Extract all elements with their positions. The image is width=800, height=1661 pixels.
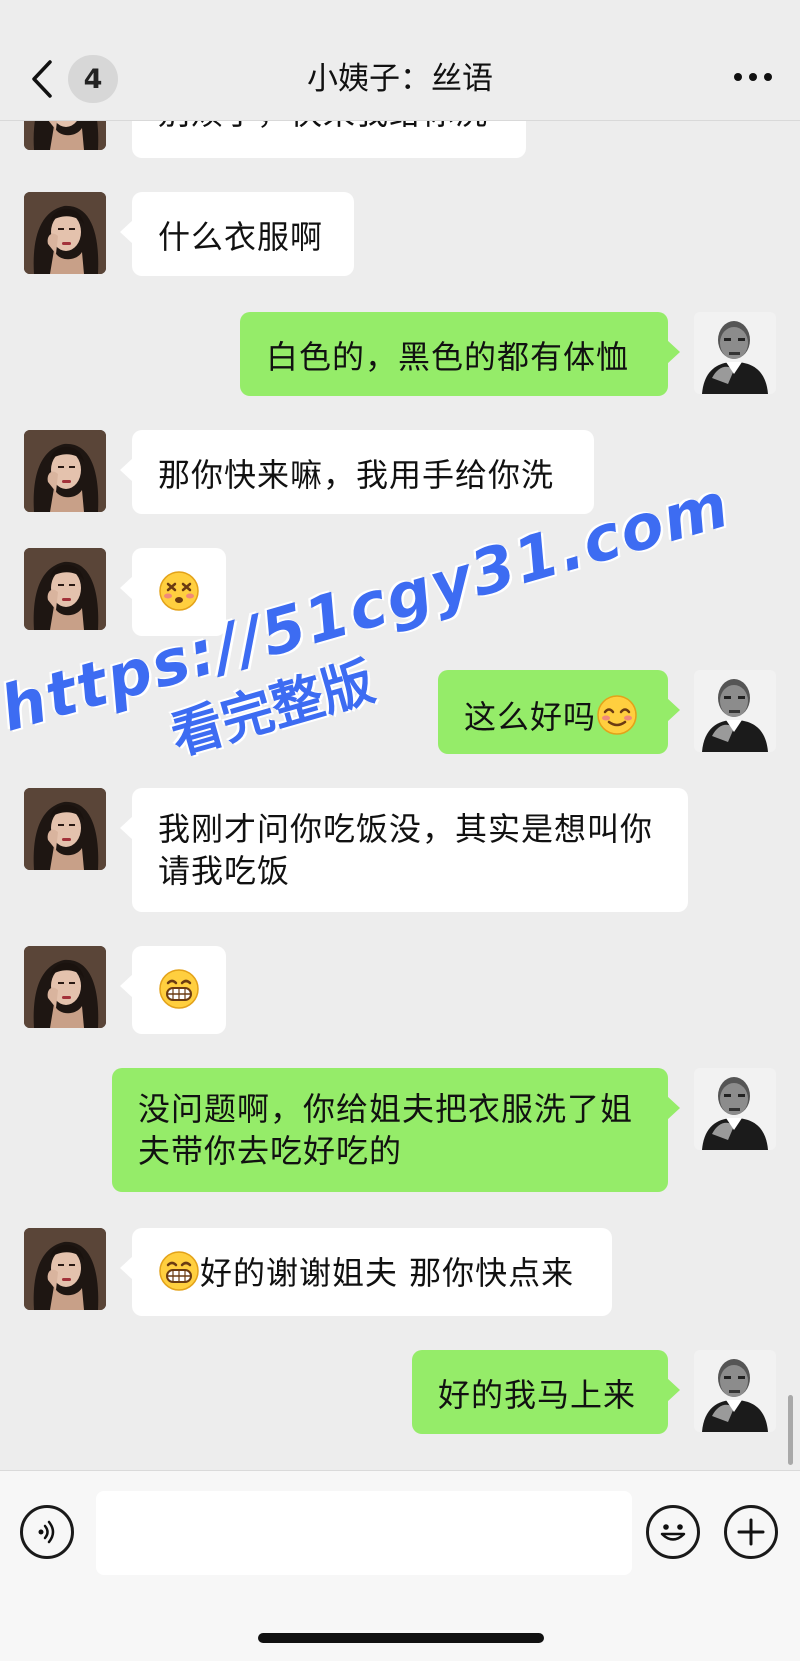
message-input[interactable] bbox=[96, 1491, 632, 1575]
contact-avatar[interactable] bbox=[24, 192, 106, 274]
grinning-face-emoji bbox=[158, 968, 200, 1010]
contact-avatar[interactable] bbox=[24, 946, 106, 1028]
contact-avatar[interactable] bbox=[24, 788, 106, 870]
emoji-button[interactable] bbox=[646, 1505, 700, 1559]
dizzy-face-emoji bbox=[158, 570, 200, 612]
more-options-button[interactable] bbox=[728, 62, 778, 92]
my-avatar-image bbox=[694, 312, 776, 394]
chat-title: 小姨子：丝语 bbox=[307, 61, 493, 97]
incoming-message-bubble[interactable]: 什么衣服啊 bbox=[120, 192, 354, 276]
outgoing-message-bubble[interactable]: 这么好吗 bbox=[438, 670, 680, 754]
message-text-line: 没问题啊，你给姐夫把衣服洗了姐 bbox=[138, 1090, 634, 1128]
contact-avatar-image bbox=[24, 946, 106, 1028]
smiley-icon bbox=[660, 1524, 686, 1541]
voice-input-button[interactable] bbox=[20, 1505, 74, 1559]
outgoing-message-bubble[interactable]: 白色的，黑色的都有体恤 bbox=[240, 312, 680, 396]
contact-avatar-image bbox=[24, 1228, 106, 1310]
message-text: 好的谢谢姐夫 那你快点来 bbox=[200, 1254, 575, 1292]
message-text-line: 请我吃饭 bbox=[158, 852, 291, 890]
my-avatar-image bbox=[694, 1068, 776, 1150]
chat-header: 4 小姨子：丝语 bbox=[0, 0, 800, 121]
message-text: 好的我马上来 bbox=[438, 1376, 637, 1414]
my-avatar[interactable] bbox=[694, 312, 776, 394]
ellipsis-icon bbox=[734, 73, 772, 81]
outgoing-message-bubble[interactable]: 没问题啊，你给姐夫把衣服洗了姐 夫带你去吃好吃的 bbox=[112, 1068, 680, 1192]
message-text-line: 夫带你去吃好吃的 bbox=[138, 1132, 403, 1170]
incoming-message-bubble[interactable]: 那你快来嘛，我用手给你洗 bbox=[120, 430, 594, 514]
my-avatar[interactable] bbox=[694, 1350, 776, 1432]
contact-avatar-image bbox=[24, 548, 106, 630]
incoming-message-bubble[interactable] bbox=[120, 946, 226, 1034]
message-text: 那你快来嘛，我用手给你洗 bbox=[158, 456, 555, 494]
chat-scrollbar[interactable] bbox=[788, 1395, 793, 1465]
contact-avatar[interactable] bbox=[24, 430, 106, 512]
home-indicator bbox=[258, 1633, 544, 1643]
grinning-face-emoji bbox=[158, 1250, 200, 1292]
message-text: 什么衣服啊 bbox=[158, 218, 324, 256]
contact-avatar[interactable] bbox=[24, 1228, 106, 1310]
message-text: 这么好吗 bbox=[464, 698, 597, 736]
voice-icon bbox=[38, 1520, 55, 1544]
contact-avatar-image bbox=[24, 788, 106, 870]
chat-message-list[interactable]: 别烦了，快来我给你洗 什么衣服啊 白色的，黑色的都有体恤 那你快来嘛，我用手给你… bbox=[0, 0, 800, 1470]
relieved-face-emoji bbox=[596, 694, 638, 736]
my-avatar-image bbox=[694, 1350, 776, 1432]
more-functions-button[interactable] bbox=[724, 1505, 778, 1559]
incoming-message-bubble[interactable]: 好的谢谢姐夫 那你快点来 bbox=[120, 1228, 612, 1316]
message-text: 白色的，黑色的都有体恤 bbox=[266, 338, 630, 376]
plus-icon bbox=[737, 1518, 765, 1546]
my-avatar[interactable] bbox=[694, 1068, 776, 1150]
contact-avatar-image bbox=[24, 192, 106, 274]
incoming-message-bubble[interactable]: 我刚才问你吃饭没，其实是想叫你 请我吃饭 bbox=[120, 788, 688, 912]
my-avatar[interactable] bbox=[694, 670, 776, 752]
contact-avatar-image bbox=[24, 430, 106, 512]
contact-avatar[interactable] bbox=[24, 548, 106, 630]
message-text-line: 我刚才问你吃饭没，其实是想叫你 bbox=[158, 810, 654, 848]
my-avatar-image bbox=[694, 670, 776, 752]
incoming-message-bubble[interactable] bbox=[120, 548, 226, 636]
message-input-bar bbox=[0, 1470, 800, 1661]
outgoing-message-bubble[interactable]: 好的我马上来 bbox=[412, 1350, 680, 1434]
